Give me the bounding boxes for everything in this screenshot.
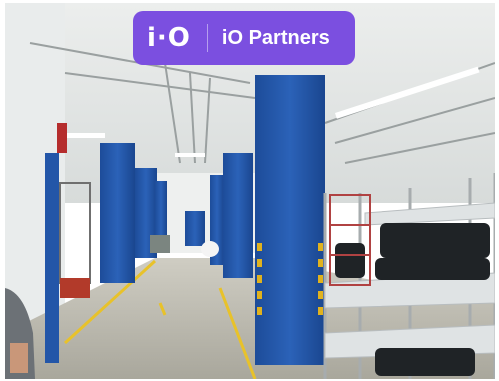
white-sack <box>201 241 219 257</box>
brand-name: iO Partners <box>221 26 330 49</box>
badge-divider <box>206 24 208 52</box>
brand-badge: i·O iO Partners <box>133 11 355 65</box>
red-sign <box>57 123 67 153</box>
left-blue-post <box>45 153 59 363</box>
center-cart <box>150 235 170 253</box>
red-cart <box>60 278 90 298</box>
person-arm <box>10 343 28 373</box>
io-logo-icon: i·O <box>147 23 191 53</box>
